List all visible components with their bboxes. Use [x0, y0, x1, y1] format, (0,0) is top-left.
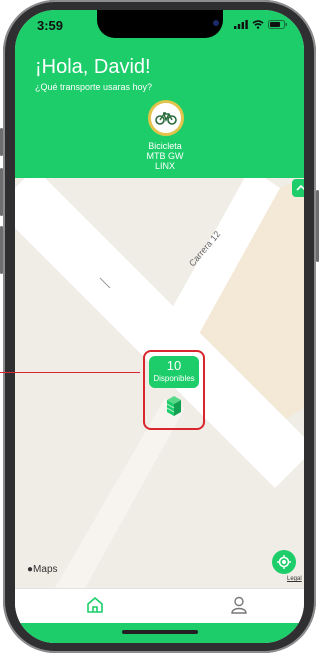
bottom-strip — [15, 623, 304, 643]
map-view[interactable]: Carrera 12 10 Disponibles ●Maps Legal — [15, 178, 304, 588]
locate-icon — [277, 555, 291, 569]
station-icon — [166, 396, 181, 416]
vehicle-selector-button[interactable] — [148, 100, 184, 136]
bicycle-icon — [155, 112, 177, 125]
tab-home[interactable] — [85, 595, 105, 620]
legal-link[interactable]: Legal — [287, 576, 302, 582]
station-marker[interactable]: 10 Disponibles — [143, 350, 205, 430]
maps-attribution: ●Maps — [27, 564, 58, 575]
front-camera — [213, 20, 219, 26]
greeting-title: ¡Hola, David! — [35, 56, 151, 78]
chevron-up-icon — [296, 185, 304, 191]
power-button — [316, 190, 319, 262]
vehicle-model: MTB GW — [146, 151, 184, 161]
battery-icon — [268, 20, 287, 29]
locate-me-button[interactable] — [272, 550, 296, 574]
available-label: Disponibles — [153, 374, 195, 383]
volume-down-button — [0, 226, 3, 274]
availability-bubble: 10 Disponibles — [149, 356, 199, 388]
status-time: 3:59 — [37, 18, 64, 33]
wifi-icon — [252, 20, 264, 29]
home-icon — [87, 597, 103, 613]
signal-icon — [234, 20, 248, 29]
device-notch — [97, 10, 223, 38]
available-count: 10 — [166, 358, 182, 373]
collapse-header-button[interactable] — [292, 179, 304, 197]
bottom-tab-bar — [15, 588, 304, 624]
callout-line — [0, 372, 140, 373]
vehicle-type: Bicicleta — [148, 141, 182, 151]
volume-up-button — [0, 168, 3, 216]
status-icons — [234, 20, 288, 29]
transport-question: ¿Qué transporte usaras hoy? — [35, 82, 153, 92]
home-indicator — [122, 630, 198, 634]
profile-icon — [231, 596, 247, 614]
phone-screen: 3:59 ¡Hola, David! ¿Qué transporte usara… — [15, 10, 304, 643]
vehicle-brand: LINX — [154, 161, 175, 171]
vehicle-label: Bicicleta MTB GW LINX — [125, 141, 205, 171]
tab-profile[interactable] — [229, 595, 249, 620]
app-header: 3:59 ¡Hola, David! ¿Qué transporte usara… — [15, 10, 304, 178]
mute-switch — [0, 128, 3, 156]
